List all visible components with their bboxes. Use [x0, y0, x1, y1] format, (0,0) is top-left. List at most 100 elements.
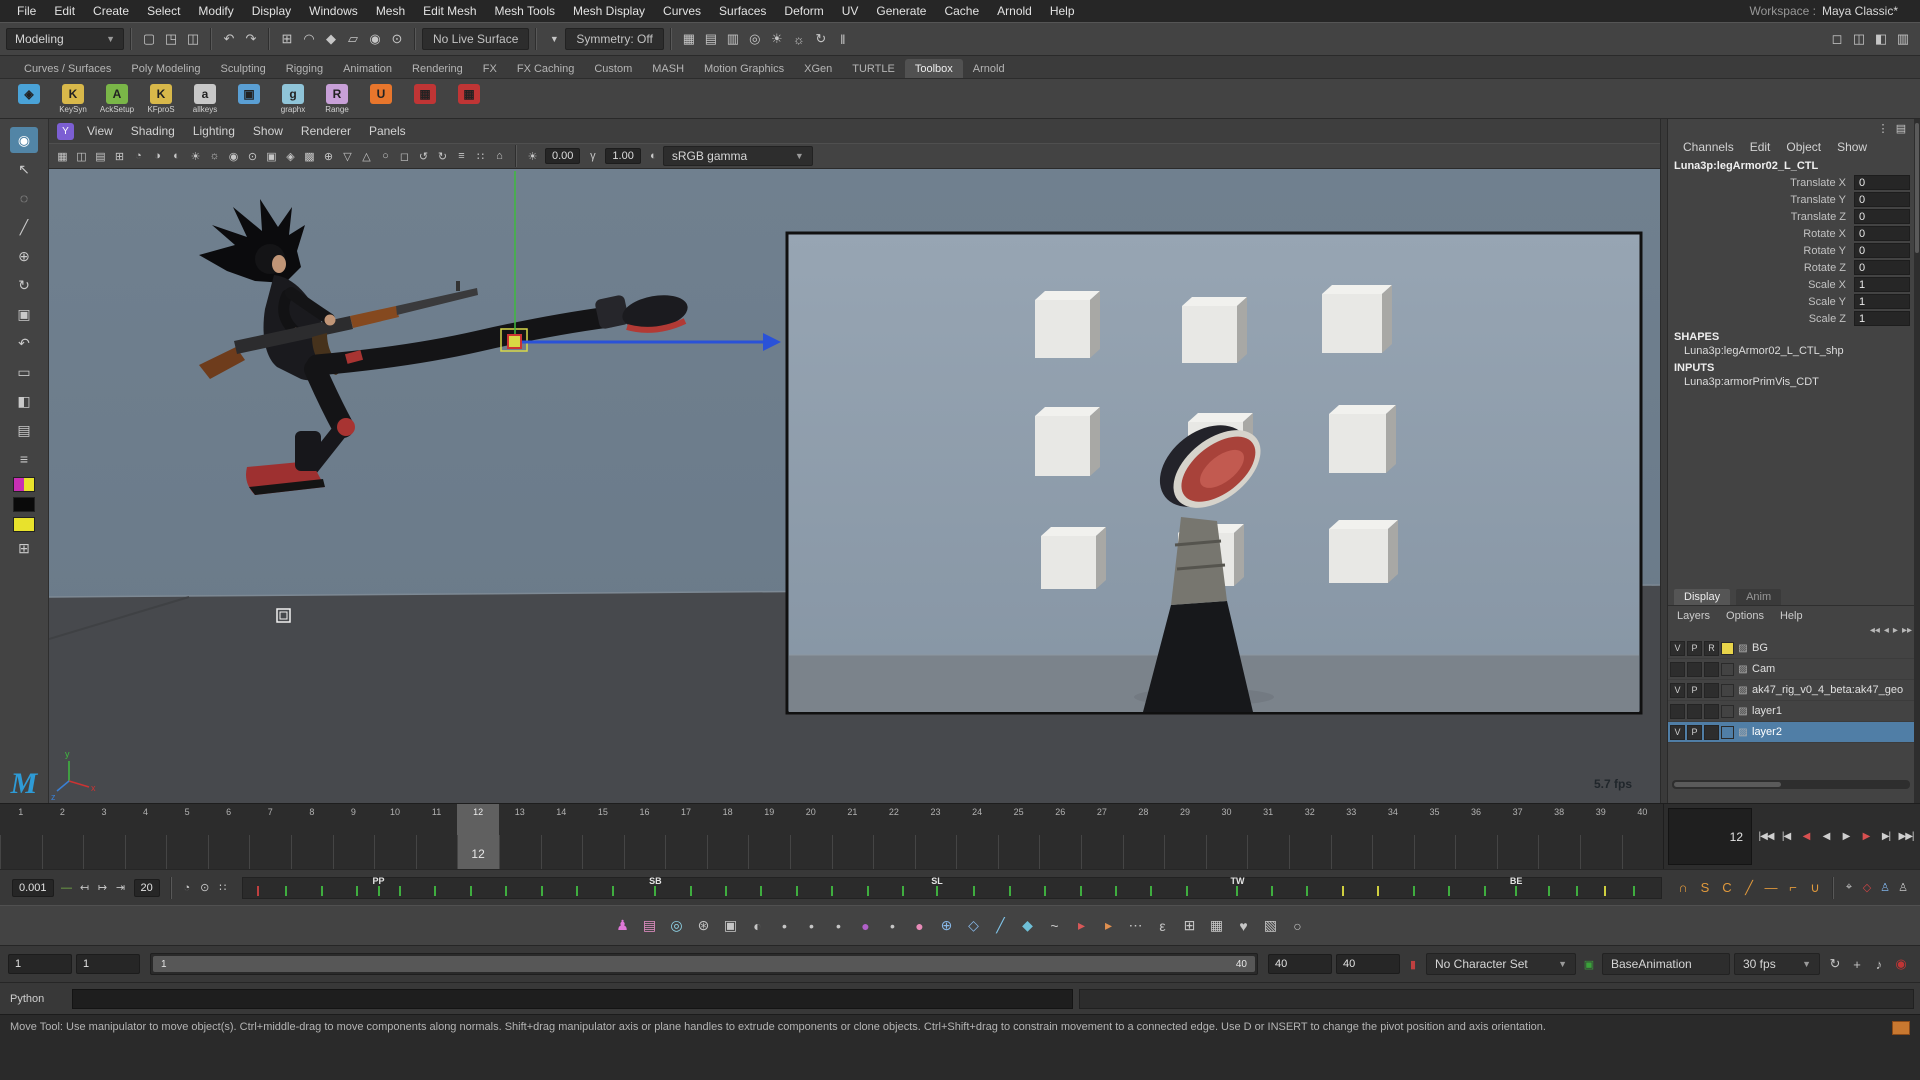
channel-box-scrollbar[interactable]	[1914, 119, 1920, 803]
timeline-marker[interactable]: SB	[654, 886, 656, 896]
timeline-frame[interactable]: 20	[790, 804, 832, 869]
layer-next-icon[interactable]: ▸	[1893, 625, 1898, 636]
snap-plane-icon[interactable]: ▱	[342, 28, 364, 50]
range-slider-track[interactable]: 1 40	[150, 953, 1258, 975]
grid-icon[interactable]: ◻	[395, 146, 414, 166]
step-forward-frame-button[interactable]: ▶|	[1876, 826, 1896, 848]
dynamics-icon[interactable]: ⊛	[694, 915, 714, 937]
snap-point-icon[interactable]: ◆	[320, 28, 342, 50]
shelf-tab[interactable]: MASH	[642, 59, 694, 78]
timeline-marker[interactable]	[321, 886, 323, 896]
keyframe-marker-strip[interactable]: PP	[242, 877, 1662, 899]
bookmark-icon[interactable]: ▮	[1404, 955, 1422, 973]
sound-icon[interactable]: ♪	[1868, 953, 1890, 975]
tangent-flat-icon[interactable]: —	[1760, 880, 1782, 895]
character-white-icon[interactable]: ♙	[1894, 879, 1912, 897]
menu-item[interactable]: Windows	[300, 4, 367, 18]
shelf-tab[interactable]: Toolbox	[905, 59, 963, 78]
playback-end-field[interactable]: 40	[1268, 954, 1332, 974]
tangent-spline-icon[interactable]: S	[1694, 880, 1716, 895]
outliner-pane-icon[interactable]: ▥	[1892, 28, 1914, 50]
character-blue-icon[interactable]: ♙	[1876, 879, 1894, 897]
timeline-marker[interactable]	[760, 886, 762, 896]
play-backwards-button[interactable]: ◀	[1816, 826, 1836, 848]
keysync-shelf-icon[interactable]: K KeySyn	[54, 84, 92, 114]
layer-color-swatch[interactable]	[1721, 705, 1734, 718]
box-icon[interactable]: ▧	[1261, 915, 1281, 937]
timeline-marker[interactable]	[796, 886, 798, 896]
color-swatch-dual[interactable]	[13, 477, 35, 492]
loop-render-icon[interactable]: ↻	[810, 28, 832, 50]
viewport-menu-item[interactable]: Lighting	[184, 124, 244, 138]
colorspace-icon[interactable]: ◐	[644, 146, 663, 166]
menu-item[interactable]: Deform	[775, 4, 832, 18]
anim-snap-icon[interactable]: —	[58, 879, 76, 897]
layer-visible-toggle[interactable]	[1670, 704, 1685, 719]
xray-icon[interactable]: ▽	[338, 146, 357, 166]
flag-orange-icon[interactable]: ▸	[1099, 915, 1119, 937]
timeline-marker[interactable]	[1150, 886, 1152, 896]
pause-icon[interactable]: ‖	[832, 28, 854, 50]
timeline-marker[interactable]	[725, 886, 727, 896]
shelf-tab[interactable]: Custom	[584, 59, 642, 78]
channel-value-field[interactable]: 0	[1854, 243, 1910, 258]
show-manipulator-tool[interactable]: ◉	[10, 127, 38, 153]
timeline-frame[interactable]: 37	[1497, 804, 1539, 869]
layer-row[interactable]: ▨ Cam	[1668, 659, 1920, 680]
symmetry-selector[interactable]: Symmetry: Off	[565, 28, 663, 50]
timeline-frame[interactable]: 18	[707, 804, 749, 869]
timeline-frame[interactable]: 17	[665, 804, 707, 869]
layer-color-swatch[interactable]	[1721, 663, 1734, 676]
kfpros-shelf-icon[interactable]: K KFproS	[142, 84, 180, 114]
color-swatch-black[interactable]	[13, 497, 35, 512]
viewport-menu-item[interactable]: Show	[244, 124, 292, 138]
snap-grid-icon[interactable]: ⊞	[276, 28, 298, 50]
layer-color-swatch[interactable]	[1721, 642, 1734, 655]
timeline-frame[interactable]: 22	[873, 804, 915, 869]
res-gate-icon[interactable]: ↻	[433, 146, 452, 166]
timeline-ruler[interactable]: 1 2 3 4 5	[0, 804, 1664, 869]
timeline-marker[interactable]	[973, 886, 975, 896]
timeline-frame[interactable]: 25	[998, 804, 1040, 869]
camera-tool[interactable]: ▤	[10, 417, 38, 443]
timeline-frame[interactable]: 32	[1289, 804, 1331, 869]
fps-selector[interactable]: 30 fps ▼	[1734, 953, 1820, 975]
menu-item[interactable]: Select	[138, 4, 189, 18]
cache-icon[interactable]: ◎	[667, 915, 687, 937]
step-back-key-button[interactable]: ◀	[1796, 826, 1816, 848]
timeline-frame[interactable]: 34	[1372, 804, 1414, 869]
menu-item[interactable]: Mesh Tools	[486, 4, 564, 18]
timeline-frame[interactable]: 10	[374, 804, 416, 869]
split-pane-icon[interactable]: ◧	[1870, 28, 1892, 50]
notes-tool[interactable]: ≡	[10, 446, 38, 472]
channel-value-field[interactable]: 1	[1854, 277, 1910, 292]
image-plane-icon[interactable]: ◔	[129, 146, 148, 166]
timeline-frame[interactable]: 4	[125, 804, 167, 869]
allkeys-shelf-icon[interactable]: a allkeys	[186, 84, 224, 114]
layer-row[interactable]: V P ▨ ak47_rig_v0_4_beta:ak47_geo	[1668, 680, 1920, 701]
viewport-menu-item[interactable]: View	[78, 124, 122, 138]
lock-camera-icon[interactable]: ◫	[72, 146, 91, 166]
timeline-frame[interactable]: 40	[1622, 804, 1664, 869]
pencil-icon[interactable]: ╱	[991, 915, 1011, 937]
timeline-marker[interactable]	[690, 886, 692, 896]
stopwatch-icon[interactable]: ◔	[178, 879, 196, 897]
select-tool[interactable]: ↖	[10, 156, 38, 182]
timeline-frame[interactable]: 9	[333, 804, 375, 869]
viewport-canvas[interactable]: y x z 5.7 fps	[49, 169, 1660, 803]
rotate-tool[interactable]: ↻	[10, 272, 38, 298]
lighting-icon[interactable]: ☀	[186, 146, 205, 166]
channel-value-field[interactable]: 0	[1854, 175, 1910, 190]
layer-reference-toggle[interactable]	[1704, 725, 1719, 740]
select-camera-icon[interactable]: ▦	[53, 146, 72, 166]
timeline-marker[interactable]: SL	[936, 886, 938, 896]
shadows-icon[interactable]: ☼	[205, 146, 224, 166]
timeline-frame[interactable]: 31	[1247, 804, 1289, 869]
auto-key-icon[interactable]: ⊙	[196, 879, 214, 897]
layer-name[interactable]: Cam	[1752, 663, 1775, 675]
timeline-marker[interactable]	[902, 886, 904, 896]
timeline-frame[interactable]: 36	[1455, 804, 1497, 869]
tangent-step-icon[interactable]: ⌐	[1782, 880, 1804, 895]
timeline-marker[interactable]	[1044, 886, 1046, 896]
timeline-frame[interactable]: 14	[541, 804, 583, 869]
